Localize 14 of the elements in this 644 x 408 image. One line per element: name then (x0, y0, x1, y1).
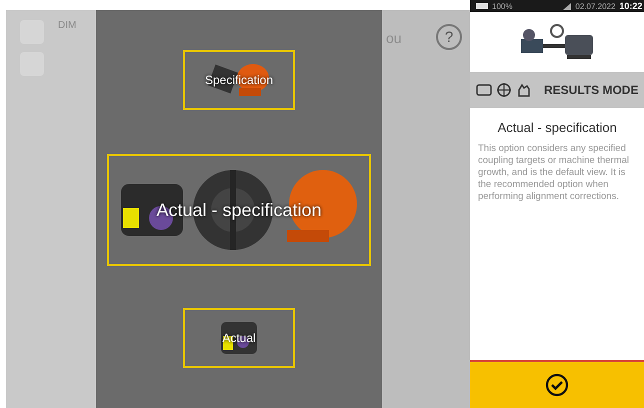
battery-level: 100% (492, 2, 512, 10)
signal-icon (563, 2, 572, 10)
faded-heading: DIM (58, 20, 76, 31)
check-circle-icon (545, 373, 570, 397)
help-button[interactable]: ? (436, 24, 462, 50)
option-description: This option considers any specified coupling targets or machine thermal growth, and is the default view. It is the recommended option when performing alignment corrections. (478, 143, 630, 203)
target-icon (496, 82, 512, 98)
battery-icon (476, 3, 488, 9)
option-title: Actual - specification (496, 120, 618, 135)
mode-title: RESULTS MODE (544, 83, 638, 97)
status-date: 02.07.2022 (575, 2, 616, 10)
monitor-icon (476, 83, 492, 97)
status-time: 10:22 (619, 1, 642, 11)
confirm-button[interactable] (470, 360, 644, 408)
